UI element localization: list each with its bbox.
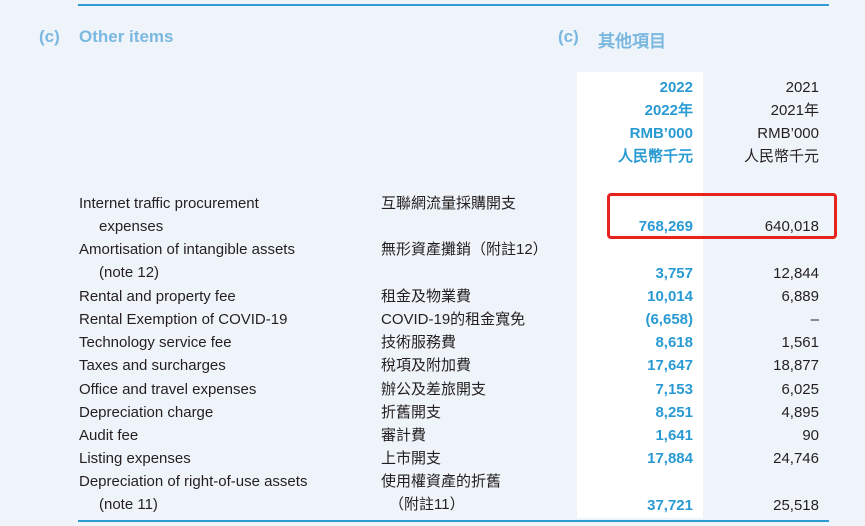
row-label-en-text: Internet traffic procurement: [79, 195, 259, 212]
row-label-en-continuation: (note 12): [99, 264, 160, 282]
value-2022: (6,658): [645, 311, 693, 328]
row-label-zh: 無形資產攤銷（附註12）: [381, 238, 548, 261]
section-marker-en: (c): [39, 27, 60, 46]
header-unit-zh: 人民幣千元: [617, 148, 693, 165]
row-label-zh: 租金及物業費: [381, 285, 471, 308]
bottom-rule: [78, 520, 829, 522]
value-2021: –: [810, 311, 819, 328]
row-label-zh: COVID-19的租金寬免: [381, 308, 525, 331]
section-title-en: Other items: [79, 27, 174, 46]
row-label-en: Rental Exemption of COVID-19: [79, 308, 287, 331]
value-2022: 17,884: [647, 450, 693, 468]
row-label-en-text: Office and travel expenses: [79, 380, 257, 398]
row-label-zh: 互聯網流量採購開支: [381, 192, 516, 215]
value-2022: 7,153: [655, 380, 693, 398]
row-label-zh-text: 使用權資產的折舊: [381, 473, 502, 491]
row-label-zh-continuation: （附註11）: [389, 496, 465, 514]
row-label-zh-text: 折舊開支: [381, 403, 442, 421]
header-unit-zh: 人民幣千元: [743, 148, 819, 165]
row-label-en: Technology service fee: [79, 331, 232, 354]
row-label-en: Audit fee: [79, 424, 138, 447]
row-label-en: Office and travel expenses: [79, 378, 256, 401]
row-label-en-continuation: expenses: [99, 218, 164, 235]
header-year: 2021: [785, 79, 819, 96]
value-2021: 18,877: [773, 357, 819, 375]
row-label-en: Rental and property fee: [79, 285, 236, 308]
row-label-en: Depreciation charge: [79, 401, 213, 424]
row-label-en-text: Rental Exemption of COVID-19: [79, 311, 288, 328]
header-unit: RMB’000: [757, 125, 819, 142]
value-2022: 37,721: [647, 496, 693, 514]
row-label-zh: 辦公及差旅開支: [381, 378, 486, 401]
row-label-zh: 上市開支: [381, 447, 441, 470]
value-2021: 12,844: [773, 264, 819, 282]
row-label-zh-text: 稅項及附加費: [381, 357, 472, 375]
value-2022: 10,014: [647, 287, 693, 305]
row-label-zh-text: 技術服務費: [381, 334, 457, 352]
row-label-en-text: Depreciation of right-of-use assets: [79, 473, 308, 491]
value-2022: 8,618: [655, 334, 693, 352]
row-label-en-text: Depreciation charge: [79, 403, 214, 421]
row-label-en: Internet traffic procurement expenses: [79, 192, 259, 238]
row-label-zh: 稅項及附加費: [381, 354, 471, 377]
row-label-zh-text: 互聯網流量採購開支: [381, 195, 517, 212]
row-label-en: Depreciation of right-of-use assets (note…: [79, 470, 307, 516]
value-2021: 25,518: [773, 496, 819, 514]
row-label-zh: 折舊開支: [381, 401, 441, 424]
header-year: 2022: [659, 79, 693, 96]
row-label-zh-text: 辦公及差旅開支: [381, 380, 487, 398]
value-2022: 1,641: [655, 427, 693, 444]
row-label-en-text: Audit fee: [79, 427, 139, 444]
value-2021: 24,746: [773, 450, 819, 468]
section-title-zh: 其他項目: [598, 32, 666, 51]
row-label-en-continuation: (note 11): [99, 496, 158, 514]
header-year-zh: 2022年: [644, 102, 693, 119]
row-label-en: Amortisation of intangible assets (note 1…: [79, 238, 295, 284]
header-unit: RMB’000: [629, 125, 693, 142]
highlight-box: [607, 193, 837, 239]
value-2021: 90: [802, 427, 819, 444]
value-2022: 3,757: [655, 264, 693, 282]
row-label-en-text: Taxes and surcharges: [79, 357, 226, 375]
row-label-zh-text: 租金及物業費: [381, 287, 472, 305]
row-label-zh-text: 審計費: [381, 427, 427, 444]
row-label-en-text: Rental and property fee: [79, 287, 236, 305]
row-label-en-text: Amortisation of intangible assets: [79, 241, 295, 259]
header-year-zh: 2021年: [770, 102, 819, 119]
row-label-en-text: Listing expenses: [79, 450, 191, 468]
row-label-en: Taxes and surcharges: [79, 354, 226, 377]
row-label-zh: 使用權資產的折舊 （附註11）: [381, 470, 501, 516]
row-label-en-text: Technology service fee: [79, 334, 232, 352]
row-label-zh-text: 上市開支: [381, 450, 442, 468]
column-header-2021: 2021 2021年 RMB’000 人民幣千元: [703, 76, 819, 168]
row-label-zh: 技術服務費: [381, 331, 456, 354]
section-marker-zh: (c): [558, 27, 579, 46]
value-2022: 8,251: [655, 403, 693, 421]
column-header-2022: 2022 2022年 RMB’000 人民幣千元: [577, 76, 693, 168]
value-2022: 17,647: [647, 357, 693, 375]
value-2021: 4,895: [781, 403, 819, 421]
value-2021: 1,561: [781, 334, 819, 352]
row-label-zh: 審計費: [381, 424, 426, 447]
value-2021: 6,889: [781, 287, 819, 305]
row-label-zh-text: 無形資產攤銷（附註12）: [381, 241, 548, 259]
value-2021: 6,025: [781, 380, 819, 398]
row-label-en: Listing expenses: [79, 447, 191, 470]
row-label-zh-text: COVID-19的租金寬免: [381, 311, 526, 328]
top-rule: [78, 4, 829, 6]
